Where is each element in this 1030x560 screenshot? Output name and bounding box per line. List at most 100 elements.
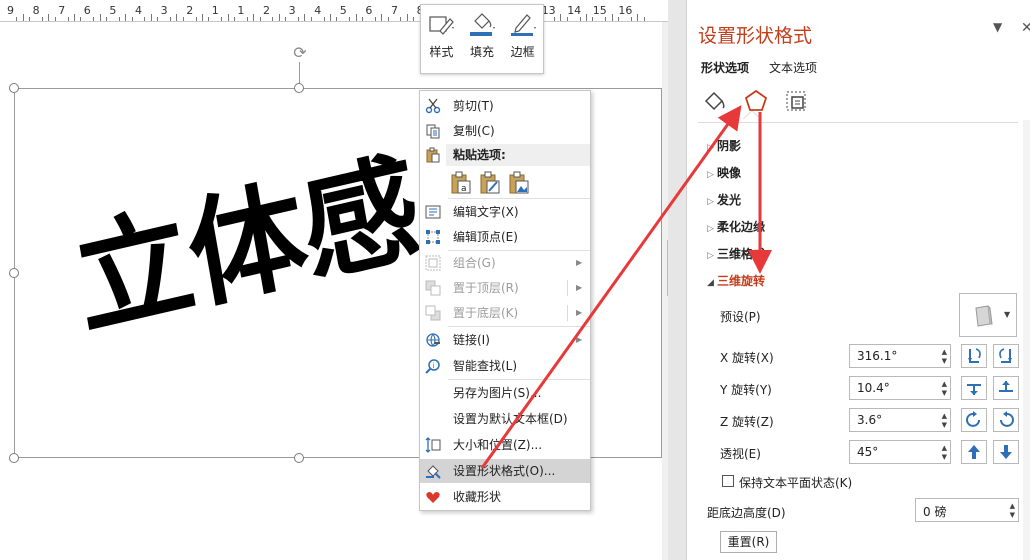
outline-label: 边框 bbox=[510, 45, 535, 59]
style-button[interactable]: 样式 bbox=[423, 11, 459, 73]
ruler-tick bbox=[144, 17, 146, 21]
preset-label: 预设(P) bbox=[720, 310, 761, 324]
ruler-number: 6 bbox=[83, 4, 91, 17]
section-glow[interactable]: ▷ 发光 bbox=[707, 191, 741, 208]
x-rotation-spinner[interactable]: 316.1° ▲ ▼ bbox=[849, 344, 951, 368]
menu-item-edit-text[interactable]: 编辑文字(X) bbox=[420, 200, 590, 224]
spin-down-icon[interactable]: ▼ bbox=[942, 454, 947, 461]
send-back-icon bbox=[425, 305, 441, 321]
ruler-tick bbox=[16, 17, 18, 21]
ruler-number: 8 bbox=[32, 4, 40, 17]
resize-handle-top-left[interactable] bbox=[9, 83, 19, 93]
ruler-tick bbox=[323, 17, 325, 21]
scissors-icon bbox=[425, 98, 441, 114]
chevron-down-icon: ▼ bbox=[1004, 310, 1011, 319]
ruler-number: 4 bbox=[135, 4, 142, 17]
spin-up-icon[interactable]: ▲ bbox=[942, 413, 947, 420]
rotate-up-icon bbox=[967, 384, 981, 395]
paste-picture-icon[interactable] bbox=[508, 171, 530, 195]
shape-style-icon bbox=[429, 16, 455, 35]
outline-button[interactable]: 边框 bbox=[505, 11, 541, 73]
menu-item-format-shape[interactable]: 设置形状格式(O)... bbox=[420, 459, 590, 483]
spin-up-icon[interactable]: ▲ bbox=[942, 349, 947, 356]
section-3d-format[interactable]: ▷ 三维格式 bbox=[707, 245, 765, 262]
submenu-arrow-icon: ▶ bbox=[576, 283, 583, 292]
section-shadow[interactable]: ▷ 阴影 bbox=[707, 137, 741, 154]
ruler-number: 3 bbox=[160, 4, 168, 17]
menu-item-favorite-shape[interactable]: 收藏形状 bbox=[420, 485, 590, 509]
ruler-tick bbox=[298, 17, 299, 21]
size-position-icon bbox=[425, 437, 441, 453]
resize-handle-left[interactable] bbox=[9, 268, 19, 278]
rotate-handle-icon[interactable]: ⟳ bbox=[290, 43, 310, 63]
tab-shape-options[interactable]: 形状选项 bbox=[701, 59, 749, 76]
scrollbar-thumb[interactable] bbox=[667, 240, 668, 296]
menu-item-cut[interactable]: 剪切(T) bbox=[420, 94, 590, 118]
y-rotate-down-button[interactable] bbox=[993, 376, 1019, 400]
section-3d-rotation[interactable]: ◢ 三维旋转 bbox=[707, 272, 765, 289]
keep-text-flat-checkbox[interactable] bbox=[722, 475, 734, 487]
menu-item-copy[interactable]: 复制(C) bbox=[420, 119, 590, 143]
paste-merge-format-icon[interactable] bbox=[479, 171, 501, 195]
tab-text-options[interactable]: 文本选项 bbox=[769, 59, 817, 76]
ruler-tick bbox=[605, 17, 607, 21]
ruler-tick bbox=[170, 17, 171, 21]
z-rotate-cw-button[interactable] bbox=[961, 408, 987, 432]
ruler-tick bbox=[349, 17, 351, 21]
size-properties-icon[interactable] bbox=[783, 88, 809, 114]
ruler-tick bbox=[208, 17, 210, 21]
menu-separator bbox=[448, 198, 590, 199]
ruler-number: 5 bbox=[109, 4, 117, 17]
resize-handle-bottom-left[interactable] bbox=[9, 453, 19, 463]
rotate-left-icon bbox=[968, 348, 981, 363]
y-rotation-spinner[interactable]: 10.4° ▲ ▼ bbox=[849, 376, 951, 400]
perspective-spinner[interactable]: 45° ▲ ▼ bbox=[849, 440, 951, 464]
menu-item-bring-front: 置于顶层(R) ▶ bbox=[420, 276, 590, 300]
y-rotate-up-button[interactable] bbox=[961, 376, 987, 400]
reset-button[interactable]: 重置(R) bbox=[720, 531, 777, 553]
distance-from-ground-spinner[interactable]: 0 磅 ▲ ▼ bbox=[915, 498, 1019, 522]
paint-bucket-icon[interactable] bbox=[701, 88, 727, 114]
spin-up-icon[interactable]: ▲ bbox=[942, 445, 947, 452]
spin-down-icon[interactable]: ▼ bbox=[942, 390, 947, 397]
pane-title: 设置形状格式 bbox=[698, 25, 813, 47]
ruler-number: 14 bbox=[567, 4, 582, 17]
pane-scrollbar[interactable] bbox=[1023, 120, 1030, 560]
ruler-tick bbox=[643, 17, 645, 21]
ruler-number: 7 bbox=[58, 4, 66, 17]
close-icon[interactable]: ✕ bbox=[1021, 20, 1030, 36]
spin-down-icon[interactable]: ▼ bbox=[1010, 512, 1015, 519]
menu-item-save-as-picture[interactable]: 另存为图片(S)... bbox=[420, 381, 590, 405]
z-rotate-ccw-button[interactable] bbox=[993, 408, 1019, 432]
resize-handle-bottom[interactable] bbox=[294, 453, 304, 463]
spin-down-icon[interactable]: ▼ bbox=[942, 358, 947, 365]
ruler-tick bbox=[400, 17, 402, 21]
menu-item-size-position[interactable]: 大小和位置(Z)... bbox=[420, 433, 590, 457]
ruler-tick bbox=[381, 14, 383, 21]
fill-button[interactable]: 填充 bbox=[464, 11, 500, 73]
perspective-increase-button[interactable] bbox=[961, 440, 987, 464]
format-shape-icon bbox=[426, 465, 441, 479]
rotation-preset-icon bbox=[975, 305, 993, 327]
resize-handle-top[interactable] bbox=[294, 83, 304, 93]
menu-item-link[interactable]: 链接(I) ▶ bbox=[420, 328, 590, 352]
preset-dropdown[interactable]: ▼ bbox=[959, 293, 1017, 337]
bring-front-icon bbox=[425, 280, 441, 296]
spin-up-icon[interactable]: ▲ bbox=[1010, 503, 1015, 510]
x-rotate-right-button[interactable] bbox=[993, 344, 1019, 368]
format-shape-pane: 设置形状格式 ▼ ✕ 形状选项 文本选项 ▷ 阴影 ▷ 映像 ▷ 发光 ▷ 柔化边缘 ▷… bbox=[686, 0, 1030, 560]
section-reflection[interactable]: ▷ 映像 bbox=[707, 164, 741, 181]
ruler-number: 7 bbox=[391, 4, 398, 17]
x-rotate-left-button[interactable] bbox=[961, 344, 987, 368]
paste-keep-source-icon[interactable]: a bbox=[450, 171, 472, 195]
group-icon bbox=[425, 255, 441, 271]
menu-item-edit-points[interactable]: 编辑顶点(E) bbox=[420, 225, 590, 249]
menu-item-smart-lookup[interactable]: i 智能查找(L) bbox=[420, 354, 590, 378]
spin-up-icon[interactable]: ▲ bbox=[942, 381, 947, 388]
section-soft-edges[interactable]: ▷ 柔化边缘 bbox=[707, 218, 765, 235]
pane-options-chevron-icon[interactable]: ▼ bbox=[993, 20, 1002, 34]
spin-down-icon[interactable]: ▼ bbox=[942, 422, 947, 429]
perspective-decrease-button[interactable] bbox=[993, 440, 1019, 464]
z-rotation-spinner[interactable]: 3.6° ▲ ▼ bbox=[849, 408, 951, 432]
menu-item-set-default-textbox[interactable]: 设置为默认文本框(D) bbox=[420, 407, 590, 431]
